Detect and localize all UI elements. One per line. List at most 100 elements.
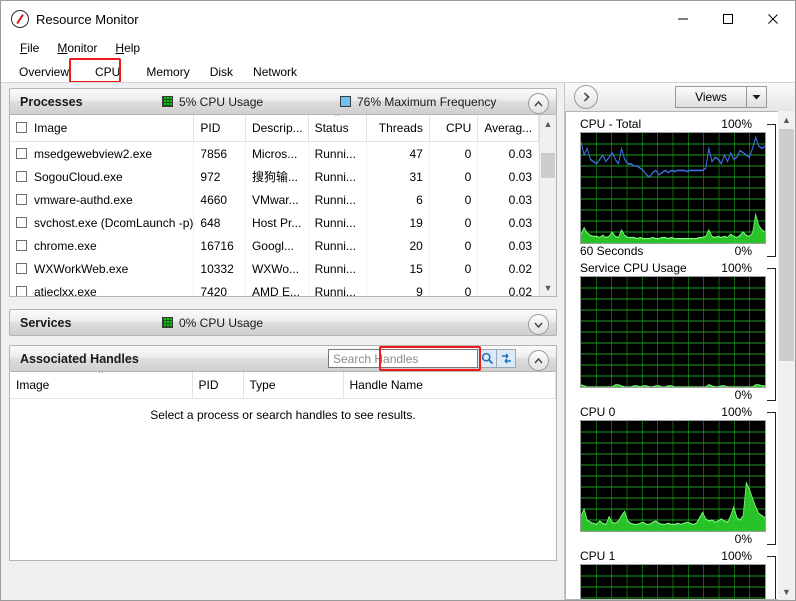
graph-cpu-0-ymax: 100%	[721, 405, 752, 419]
cell-average: 0.03	[477, 165, 539, 188]
handles-empty-message: Select a process or search handles to se…	[150, 408, 416, 422]
views-dropdown-arrow[interactable]	[746, 87, 766, 107]
cell-image: atieclxx.exe	[10, 280, 195, 296]
handles-header[interactable]: Associated Handles Search Handles	[9, 345, 557, 372]
cell-image: vmware-authd.exe	[10, 188, 195, 211]
row-checkbox[interactable]	[16, 170, 27, 182]
processes-collapse-button[interactable]	[528, 93, 549, 114]
frequency-label: 76% Maximum Frequency	[357, 94, 497, 109]
close-button[interactable]	[750, 1, 795, 37]
graph-cpu-1-title: CPU 1	[580, 549, 616, 563]
row-checkbox[interactable]	[16, 285, 27, 296]
table-row[interactable]: chrome.exe 16716 Googl... Runni... 20 0 …	[10, 234, 539, 257]
cell-pid: 648	[193, 211, 246, 234]
minimize-button[interactable]	[660, 1, 705, 37]
table-row[interactable]: msedgewebview2.exe 7856 Micros... Runni.…	[10, 141, 539, 165]
row-checkbox[interactable]	[16, 147, 27, 159]
tab-network[interactable]: Network	[243, 62, 307, 83]
scroll-down-arrow[interactable]: ▼	[540, 279, 556, 296]
cell-description: AMD E...	[245, 280, 309, 296]
expand-panel-button[interactable]	[574, 85, 598, 109]
menu-help[interactable]: Help	[106, 39, 149, 57]
cell-pid: 7856	[193, 141, 246, 165]
select-all-checkbox[interactable]	[16, 122, 27, 133]
scrollbar-thumb[interactable]	[541, 153, 555, 178]
tab-disk[interactable]: Disk	[200, 62, 243, 83]
handles-search-group: Search Handles	[328, 349, 516, 368]
graph-cpu-total-canvas	[580, 132, 766, 244]
menu-file[interactable]: File	[11, 39, 48, 57]
processes-table-header: Image PID Descrip... ^ Status Threads CPU…	[10, 115, 539, 142]
table-row[interactable]: vmware-authd.exe 4660 VMwar... Runni... …	[10, 188, 539, 211]
cell-status: Runni...	[308, 280, 368, 296]
col-handle-image[interactable]: ^ Image	[10, 372, 193, 399]
processes-frequency-stat: 76% Maximum Frequency	[340, 95, 496, 109]
refresh-button[interactable]	[497, 349, 516, 368]
views-button[interactable]: Views	[675, 86, 767, 108]
processes-scrollbar[interactable]: ▲ ▼	[539, 115, 556, 296]
graphs-scrollbar-thumb[interactable]	[779, 129, 794, 361]
table-row[interactable]: WXWorkWeb.exe 10332 WXWo... Runni... 15 …	[10, 257, 539, 280]
cell-cpu: 0	[429, 188, 479, 211]
col-handle-pid[interactable]: PID	[192, 372, 244, 399]
tab-strip: Overview CPU Memory Disk Network	[1, 58, 795, 83]
graphs-scroll-up-arrow[interactable]: ▲	[778, 111, 795, 128]
table-row[interactable]: SogouCloud.exe 972 搜狗输... Runni... 31 0 …	[10, 165, 539, 188]
handles-collapse-button[interactable]	[528, 350, 549, 371]
cell-average: 0.02	[477, 257, 539, 280]
services-header[interactable]: Services 0% CPU Usage	[9, 309, 557, 336]
row-checkbox[interactable]	[16, 216, 27, 228]
tab-memory[interactable]: Memory	[136, 62, 199, 83]
row-checkbox[interactable]	[16, 193, 27, 205]
cell-threads: 31	[366, 165, 430, 188]
window-title: Resource Monitor	[36, 11, 139, 27]
graph-cpu-total-title: CPU - Total	[580, 117, 642, 131]
graph-cpu-total: CPU - Total 100% 60 Seconds 0%	[566, 112, 778, 259]
col-handle-type[interactable]: Type	[243, 372, 344, 399]
cell-pid: 16716	[193, 234, 246, 257]
graph-cpu-0: CPU 0 100% 0%	[566, 403, 778, 547]
services-expand-button[interactable]	[528, 314, 549, 335]
frequency-swatch	[340, 96, 351, 107]
cell-description: WXWo...	[245, 257, 309, 280]
col-handle-name[interactable]: Handle Name	[343, 372, 556, 399]
col-cpu[interactable]: CPU	[429, 115, 479, 142]
col-pid[interactable]: PID	[193, 115, 246, 142]
resource-monitor-window: Resource Monitor File Monitor Help Overv…	[0, 0, 796, 601]
maximize-button[interactable]	[705, 1, 750, 37]
col-image[interactable]: Image	[10, 115, 195, 142]
left-pane: Processes 5% CPU Usage 76% Maximum Frequ…	[1, 83, 564, 600]
graph-cpu-0-ymin: 0%	[734, 532, 752, 546]
processes-cpu-usage-stat: 5% CPU Usage	[162, 95, 263, 109]
right-pane: Views CPU - Total 100% 60 Seconds 0% Ser…	[564, 83, 795, 600]
cell-threads: 20	[366, 234, 430, 257]
processes-header[interactable]: Processes 5% CPU Usage 76% Maximum Frequ…	[9, 88, 557, 115]
cell-cpu: 0	[429, 165, 479, 188]
graph-service-cpu-canvas	[580, 276, 766, 388]
col-status[interactable]: ^ Status	[308, 115, 368, 142]
tab-overview[interactable]: Overview	[9, 62, 79, 83]
cell-description: Micros...	[245, 141, 309, 165]
col-average[interactable]: Averag...	[477, 115, 539, 142]
table-row[interactable]: atieclxx.exe 7420 AMD E... Runni... 9 0 …	[10, 280, 539, 296]
col-threads[interactable]: Threads	[366, 115, 430, 142]
search-button[interactable]	[478, 349, 497, 368]
scroll-up-arrow[interactable]: ▲	[540, 115, 556, 132]
cell-average: 0.03	[477, 141, 539, 165]
row-checkbox[interactable]	[16, 262, 27, 274]
graphs-scrollbar[interactable]: ▲ ▼	[778, 111, 795, 600]
graph-cpu-total-ymin: 0%	[734, 244, 752, 258]
graph-cpu-total-ymax: 100%	[721, 117, 752, 131]
search-handles-input[interactable]: Search Handles	[328, 349, 478, 368]
col-description[interactable]: Descrip...	[245, 115, 309, 142]
graphs-scroll-down-arrow[interactable]: ▼	[778, 583, 795, 600]
table-row[interactable]: svchost.exe (DcomLaunch -p) 648 Host Pr.…	[10, 211, 539, 234]
handles-table-header: ^ Image PID Type Handle Name	[10, 372, 556, 399]
content-area: Processes 5% CPU Usage 76% Maximum Frequ…	[1, 83, 795, 600]
cell-description: Host Pr...	[245, 211, 309, 234]
processes-table: Image PID Descrip... ^ Status Threads CPU…	[10, 115, 539, 296]
menu-monitor[interactable]: Monitor	[48, 39, 106, 57]
row-checkbox[interactable]	[16, 239, 27, 251]
tab-cpu[interactable]: CPU	[79, 62, 136, 83]
cell-image: WXWorkWeb.exe	[10, 257, 195, 280]
